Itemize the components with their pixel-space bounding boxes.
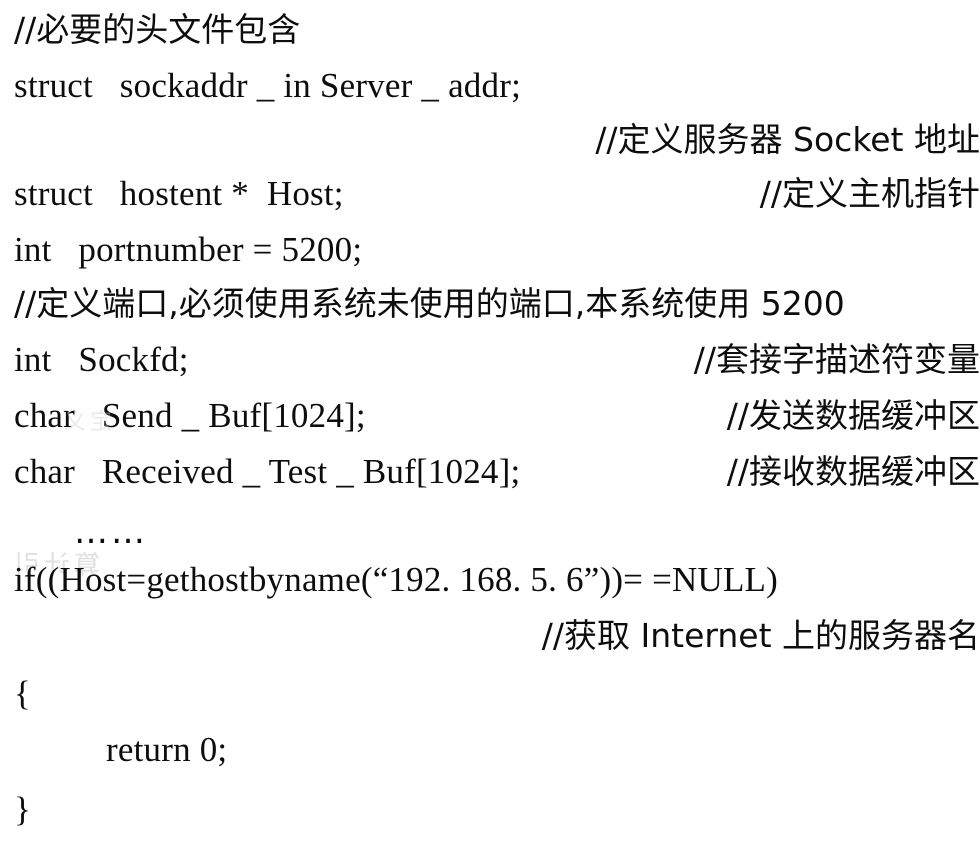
code-line-brace-open: { [14, 674, 31, 713]
code-line-comment-sockfd: //套接字描述符变量 [693, 340, 980, 379]
code-line-comment-host: //定义主机指针 [759, 174, 980, 213]
code-line-comment-received-buf: //接收数据缓冲区 [726, 452, 980, 491]
code-line-return-zero: return 0; [106, 730, 228, 769]
scanned-code-page: //必要的头文件包含 struct sockaddr _ in Server _… [0, 0, 980, 860]
code-line-comment-server-addr: //定义服务器 Socket 地址 [595, 120, 980, 159]
code-line-comment-internet: //获取 Internet 上的服务器名 [541, 616, 980, 655]
code-line-if-gethostbyname: if((Host=gethostbyname(“192. 168. 5. 6”)… [14, 560, 778, 599]
code-line-decl-portnumber: int portnumber = 5200; [14, 230, 363, 269]
code-line-brace-close: } [14, 790, 31, 829]
code-line-comment-headers: //必要的头文件包含 [14, 10, 301, 49]
code-line-comment-portnumber: //定义端口,必须使用系统未使用的端口,本系统使用 5200 [14, 284, 845, 323]
code-line-decl-server-addr: struct sockaddr _ in Server _ addr; [14, 66, 521, 105]
code-line-comment-send-buf: //发送数据缓冲区 [726, 396, 980, 435]
code-line-ellipsis: …… [74, 512, 148, 552]
